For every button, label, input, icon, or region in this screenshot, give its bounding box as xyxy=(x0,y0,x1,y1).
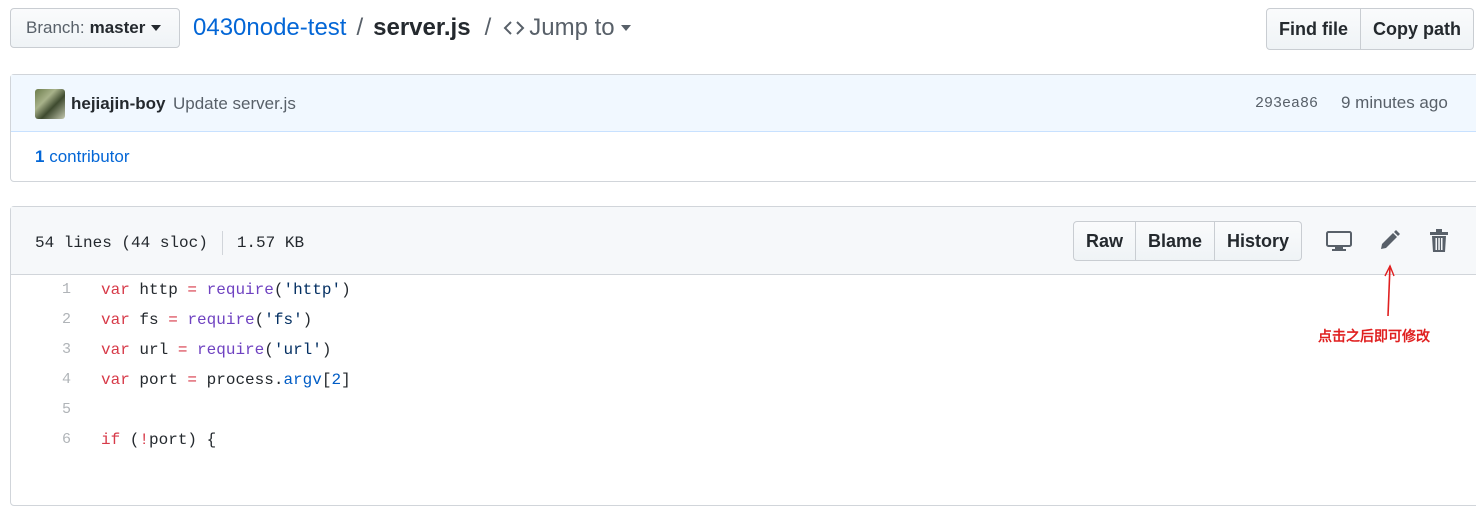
pencil-icon[interactable] xyxy=(1375,227,1403,255)
line-count: 54 lines (44 sloc) xyxy=(35,234,208,252)
commit-message[interactable]: Update server.js xyxy=(173,94,296,114)
line-code: var url = require('url') xyxy=(101,341,332,359)
line-code: var http = require('http') xyxy=(101,281,351,299)
branch-value: master xyxy=(89,18,146,37)
commit-sha[interactable]: 293ea86 xyxy=(1255,95,1318,112)
code-line: 6 if (!port) { xyxy=(11,425,1476,455)
copy-path-button[interactable]: Copy path xyxy=(1361,8,1474,50)
branch-select-button[interactable]: Branch: master xyxy=(10,8,180,48)
file-info: 54 lines (44 sloc) 1.57 KB xyxy=(35,231,304,255)
line-code: var port = process.argv[2] xyxy=(101,371,351,389)
jump-to-menu[interactable]: Jump to xyxy=(503,14,631,42)
code-line: 1 var http = require('http') xyxy=(11,275,1476,305)
line-number[interactable]: 6 xyxy=(11,425,71,455)
repo-link[interactable]: 0430node-test xyxy=(193,14,346,42)
caret-down-icon xyxy=(151,25,162,31)
line-number[interactable]: 2 xyxy=(11,305,71,335)
blame-button[interactable]: Blame xyxy=(1136,221,1216,261)
latest-commit: hejiajin-boy Update server.js 293ea86 9 … xyxy=(11,75,1476,132)
code-line: 5 xyxy=(11,395,1476,425)
annotation-text: 点击之后即可修改 xyxy=(1318,328,1430,344)
line-number[interactable]: 5 xyxy=(11,395,71,425)
trash-icon[interactable] xyxy=(1425,227,1453,255)
commit-author[interactable]: hejiajin-boy xyxy=(71,94,165,114)
code-line: 4 var port = process.argv[2] xyxy=(11,365,1476,395)
jump-to-label: Jump to xyxy=(529,14,615,41)
code-icon xyxy=(503,21,525,35)
avatar[interactable] xyxy=(35,89,65,119)
line-number[interactable]: 4 xyxy=(11,365,71,395)
find-file-button[interactable]: Find file xyxy=(1266,8,1361,50)
breadcrumb-separator: / xyxy=(484,14,492,41)
history-button[interactable]: History xyxy=(1215,221,1303,261)
file-view-buttons: Raw Blame History xyxy=(1073,221,1303,261)
line-number[interactable]: 1 xyxy=(11,275,71,305)
contributors-label: contributor xyxy=(49,147,130,166)
annotation-arrow xyxy=(1384,264,1395,317)
line-code: var fs = require('fs') xyxy=(101,311,313,329)
file-name: server.js xyxy=(373,14,471,41)
breadcrumb: 0430node-test / server.js / Jump to xyxy=(193,14,631,42)
desktop-icon[interactable] xyxy=(1325,227,1353,255)
file-size: 1.57 KB xyxy=(236,234,305,252)
commit-time: 9 minutes ago xyxy=(1341,93,1448,112)
code-line: 3 var url = require('url') xyxy=(11,335,1476,365)
line-number[interactable]: 3 xyxy=(11,335,71,365)
line-code: if (!port) { xyxy=(101,431,217,449)
branch-label: Branch: xyxy=(26,18,85,37)
file-box: 54 lines (44 sloc) 1.57 KB Raw Blame His… xyxy=(10,206,1476,506)
contributors-count: 1 xyxy=(35,147,45,166)
divider xyxy=(221,231,223,255)
commit-box: hejiajin-boy Update server.js 293ea86 9 … xyxy=(10,74,1476,182)
code-line: 2 var fs = require('fs') xyxy=(11,305,1476,335)
contributors-link[interactable]: 1 contributor xyxy=(35,147,130,167)
file-header: 54 lines (44 sloc) 1.57 KB Raw Blame His… xyxy=(11,207,1476,275)
breadcrumb-separator: / xyxy=(356,14,364,41)
raw-button[interactable]: Raw xyxy=(1073,221,1137,261)
caret-down-icon xyxy=(620,25,631,31)
file-actions-group: Find file Copy path xyxy=(1266,8,1474,50)
